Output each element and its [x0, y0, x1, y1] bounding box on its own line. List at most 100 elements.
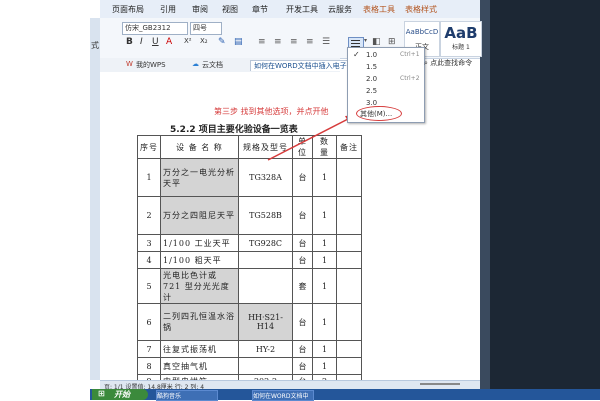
tab-developer[interactable]: 开发工具	[286, 4, 318, 15]
header-note: 备注	[336, 135, 362, 159]
chevron-down-icon[interactable]: ▾	[364, 37, 367, 44]
cell-name[interactable]: 二列四孔恒温水浴锅	[160, 303, 239, 341]
tab-review[interactable]: 审阅	[192, 4, 208, 15]
cell-name[interactable]: 万分之一电光分析天平	[160, 158, 239, 197]
menu-item-1-5[interactable]: 1.5	[348, 62, 424, 74]
subscript-button[interactable]: X₂	[200, 37, 208, 45]
cell-model[interactable]: HY-2	[238, 340, 293, 358]
cell-no[interactable]: 5	[137, 268, 161, 304]
cell-qty[interactable]: 1	[312, 251, 337, 269]
cell-unit[interactable]: 台	[292, 251, 313, 269]
tab-chapter[interactable]: 章节	[252, 4, 268, 15]
tab-cloud[interactable]: 云服务	[328, 4, 352, 15]
cell-no[interactable]: 7	[137, 340, 161, 358]
cell-name[interactable]: 真空抽气机	[160, 357, 239, 375]
tab-table-style[interactable]: 表格样式	[405, 4, 437, 15]
cell-qty[interactable]: 1	[312, 340, 337, 358]
distribute-icon[interactable]: ☰	[322, 37, 330, 47]
cell-qty[interactable]: 1	[312, 234, 337, 252]
menu-item-other[interactable]: 其他(M)...	[360, 109, 392, 119]
menu-item-1-0[interactable]: ✓ 1.0 Ctrl+1	[348, 50, 424, 62]
border-icon[interactable]: ⊞	[388, 37, 396, 47]
zoom-slider[interactable]	[420, 383, 460, 385]
cell-qty[interactable]: 1	[312, 158, 337, 197]
cell-note[interactable]	[336, 251, 362, 269]
cell-model[interactable]	[238, 357, 293, 375]
taskbar-item[interactable]: 酷狗音乐	[156, 390, 218, 401]
cloud-icon: ☁	[192, 60, 199, 68]
cell-no[interactable]: 4	[137, 251, 161, 269]
italic-button[interactable]: I	[140, 37, 143, 47]
windows-logo-icon: ⊞	[98, 389, 105, 398]
cell-name[interactable]: 万分之四阻尼天平	[160, 196, 239, 235]
table-title: 5.2.2 项目主要化验设备一览表	[170, 125, 298, 135]
cell-name[interactable]: 1/100 工业天平	[160, 234, 239, 252]
align-center-icon[interactable]: ≡	[274, 37, 282, 47]
tab-cloud-docs[interactable]: 云文档	[202, 60, 223, 70]
cell-unit[interactable]: 台	[292, 196, 313, 235]
menu-item-2-5[interactable]: 2.5	[348, 86, 424, 98]
cell-model[interactable]: HH·S21-H14	[238, 303, 293, 341]
shading-icon[interactable]: ◧	[372, 37, 381, 47]
justify-icon[interactable]: ≡	[306, 37, 314, 47]
cell-name[interactable]: 1/100 粗天平	[160, 251, 239, 269]
cell-unit[interactable]: 台	[292, 234, 313, 252]
cell-unit[interactable]: 台	[292, 357, 313, 375]
tab-page-layout[interactable]: 页面布局	[112, 4, 144, 15]
cell-unit[interactable]: 台	[292, 340, 313, 358]
ribbon-tab-bar: 页面布局 引用 审阅 视图 章节 开发工具 云服务 表格工具 表格样式	[100, 0, 480, 19]
find-command-label: 点此查找命令	[430, 59, 473, 67]
cell-model[interactable]	[238, 251, 293, 269]
start-label: 开始	[114, 390, 130, 399]
cell-note[interactable]	[336, 340, 362, 358]
cell-model[interactable]: TG928C	[238, 234, 293, 252]
table-row: 4 1/100 粗天平 台 1	[137, 251, 362, 269]
menu-item-2-0[interactable]: 2.0 Ctrl+2	[348, 74, 424, 86]
menu-item-shortcut: Ctrl+2	[400, 75, 420, 82]
cell-note[interactable]	[336, 234, 362, 252]
cell-no[interactable]: 1	[137, 158, 161, 197]
align-right-icon[interactable]: ≡	[290, 37, 298, 47]
menu-item-value: 1.5	[366, 63, 378, 71]
cell-no[interactable]: 8	[137, 357, 161, 375]
find-command-hint[interactable]: ⌕ 点此查找命令	[424, 58, 472, 68]
cell-note[interactable]	[336, 357, 362, 375]
cell-model[interactable]	[238, 268, 293, 304]
superscript-button[interactable]: X²	[184, 37, 192, 45]
cell-no[interactable]: 2	[137, 196, 161, 235]
cell-note[interactable]	[336, 303, 362, 341]
cell-unit[interactable]: 台	[292, 158, 313, 197]
bold-button[interactable]: B	[126, 37, 133, 47]
cell-model[interactable]: TG528B	[238, 196, 293, 235]
cell-qty[interactable]: 1	[312, 303, 337, 341]
cell-no[interactable]: 3	[137, 234, 161, 252]
cell-name[interactable]: 往复式振荡机	[160, 340, 239, 358]
cell-unit[interactable]: 套	[292, 268, 313, 304]
tab-table-tools[interactable]: 表格工具	[363, 4, 395, 15]
cell-model[interactable]: TG328A	[238, 158, 293, 197]
cell-note[interactable]	[336, 196, 362, 235]
style-heading1[interactable]: AaB 标题 1	[440, 21, 482, 57]
tab-view[interactable]: 视图	[222, 4, 238, 15]
cell-no[interactable]: 6	[137, 303, 161, 341]
char-shading-icon[interactable]: ▤	[234, 37, 243, 47]
cell-qty[interactable]: 1	[312, 268, 337, 304]
font-size-select[interactable]: 四号	[190, 22, 222, 35]
start-button[interactable]: ⊞ 开始	[92, 389, 148, 400]
tab-my-wps[interactable]: 我的WPS	[136, 60, 166, 70]
align-left-icon[interactable]: ≡	[258, 37, 266, 47]
cell-note[interactable]	[336, 268, 362, 304]
cell-qty[interactable]: 1	[312, 196, 337, 235]
search-icon: ⌕	[424, 59, 428, 67]
table-header-row: 序号 设 备 名 称 规格及型号 单 位 数 量 备注	[137, 135, 362, 159]
cell-unit[interactable]: 台	[292, 303, 313, 341]
tab-references[interactable]: 引用	[160, 4, 176, 15]
font-color-button[interactable]: A	[166, 37, 172, 47]
font-name-select[interactable]: 仿宋_GB2312	[122, 22, 188, 35]
underline-button[interactable]: U	[152, 37, 159, 47]
cell-name[interactable]: 光电比色计或 721 型分光光度计	[160, 268, 239, 304]
highlight-icon[interactable]: ✎	[218, 37, 226, 47]
taskbar-item[interactable]: 如何在WORD文档中	[252, 390, 314, 401]
cell-note[interactable]	[336, 158, 362, 197]
cell-qty[interactable]: 1	[312, 357, 337, 375]
